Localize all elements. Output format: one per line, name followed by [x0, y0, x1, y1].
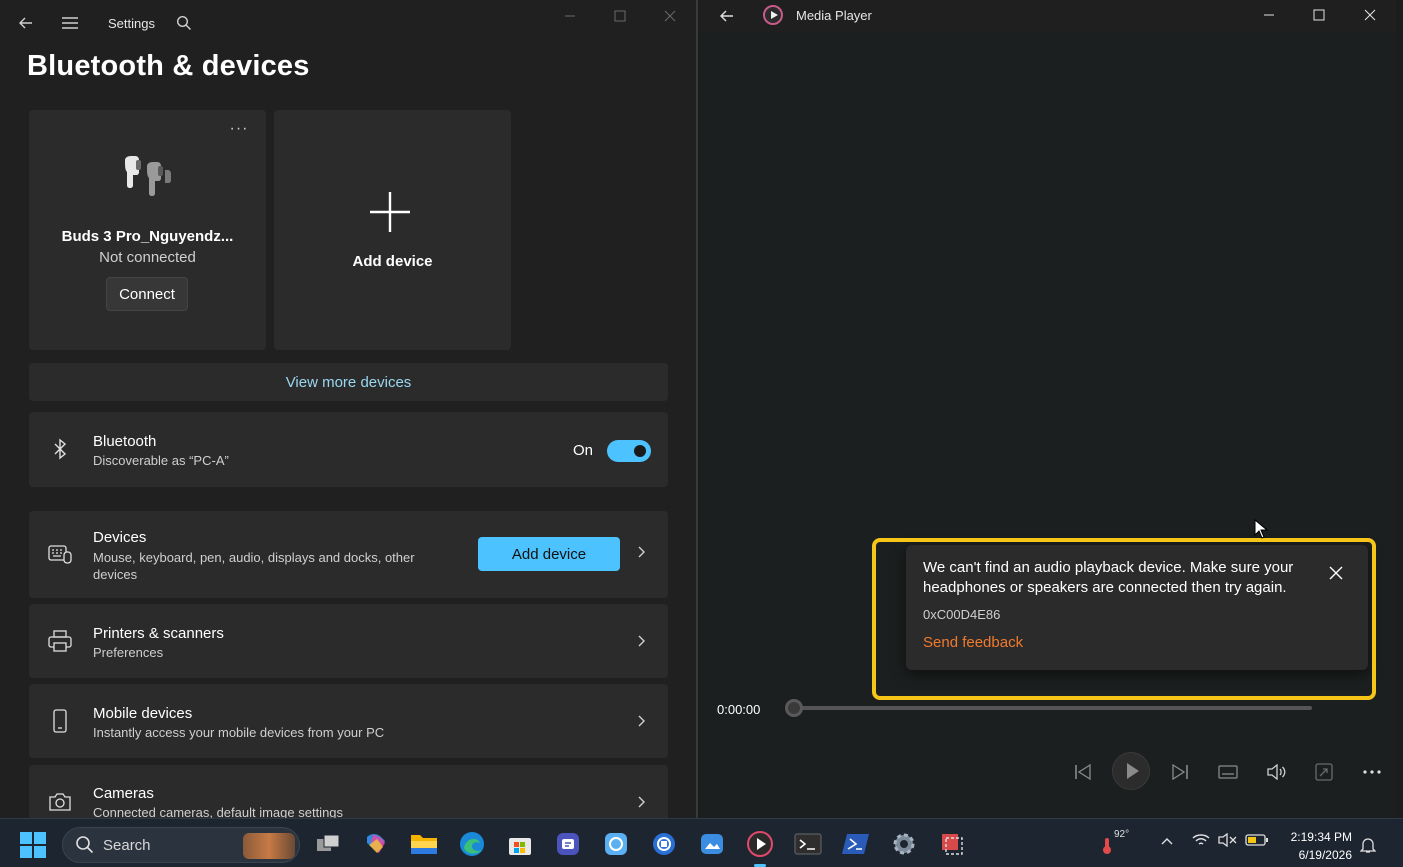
chevron-right-icon — [636, 632, 646, 653]
clock-date: 6/19/2026 — [1298, 848, 1352, 862]
file-explorer-icon[interactable] — [409, 829, 439, 859]
task-view-icon[interactable] — [313, 829, 343, 859]
chevron-right-icon — [636, 543, 646, 564]
phone-icon — [47, 708, 73, 734]
search-icon[interactable] — [167, 6, 201, 40]
add-device-button[interactable]: Add device — [478, 537, 620, 571]
earbuds-icon — [125, 156, 171, 196]
mobile-title: Mobile devices — [93, 705, 193, 722]
volume-icon[interactable] — [1262, 758, 1290, 786]
printers-title: Printers & scanners — [93, 625, 224, 642]
powershell-icon[interactable] — [841, 829, 871, 859]
snipping-tool-icon[interactable] — [601, 829, 631, 859]
remote-connect-icon[interactable] — [649, 829, 679, 859]
more-options-icon[interactable] — [1358, 758, 1386, 786]
printers-subtitle: Preferences — [93, 645, 164, 660]
media-player-window: Media Player We can't find an audio play… — [700, 0, 1396, 818]
toggle-knob — [634, 445, 646, 457]
mobile-subtitle: Instantly access your mobile devices fro… — [93, 725, 385, 740]
video-area[interactable] — [700, 32, 1396, 818]
maximize-icon[interactable] — [600, 4, 640, 28]
captions-icon[interactable] — [1214, 758, 1242, 786]
close-icon[interactable] — [650, 4, 690, 28]
microsoft-store-icon[interactable] — [505, 829, 535, 859]
mouse-cursor-icon — [1254, 519, 1268, 539]
bluetooth-title: Bluetooth — [93, 433, 157, 450]
taskbar-search-box[interactable]: Search — [62, 827, 300, 863]
snip-sketch-icon[interactable] — [937, 829, 967, 859]
volume-muted-icon[interactable] — [1218, 832, 1238, 850]
clock-time: 2:19:34 PM — [1290, 830, 1352, 844]
edge-icon[interactable] — [457, 829, 487, 859]
seek-bar[interactable] — [794, 706, 1312, 710]
cameras-title: Cameras — [93, 785, 154, 802]
settings-window: Settings Bluetooth & devices ··· Buds 3 … — [0, 0, 698, 818]
add-device-card[interactable]: Add device — [274, 110, 511, 350]
mini-player-icon[interactable] — [1310, 758, 1338, 786]
highlight-outline — [872, 538, 1376, 700]
printers-scanners-row[interactable]: Printers & scanners Preferences — [29, 604, 668, 678]
bluetooth-subtitle: Discoverable as “PC-A” — [93, 453, 229, 468]
previous-icon[interactable] — [1069, 758, 1097, 786]
elapsed-time: 0:00:00 — [717, 702, 761, 717]
hamburger-menu-icon[interactable] — [53, 6, 87, 40]
weather-icon[interactable] — [1100, 837, 1114, 858]
cameras-subtitle: Connected cameras, default image setting… — [93, 805, 344, 818]
chevron-right-icon — [636, 793, 646, 814]
add-device-card-label: Add device — [352, 253, 433, 270]
search-icon — [76, 836, 94, 854]
seek-thumb[interactable] — [785, 699, 803, 717]
bluetooth-row: Bluetooth Discoverable as “PC-A” On — [29, 412, 668, 487]
devices-title: Devices — [93, 529, 147, 546]
taskbar-search-label: Search — [103, 837, 151, 854]
connect-button[interactable]: Connect — [106, 277, 188, 311]
terminal-icon[interactable] — [793, 829, 823, 859]
battery-icon[interactable] — [1245, 833, 1269, 850]
system-clock[interactable]: 2:19:34 PM 6/19/2026 — [1280, 828, 1352, 864]
device-status: Not connected — [99, 249, 196, 266]
devices-subtitle: Mouse, keyboard, pen, audio, displays an… — [93, 550, 415, 582]
media-player-taskbar-icon[interactable] — [745, 829, 775, 867]
plus-icon — [370, 192, 410, 232]
search-highlight-image — [243, 833, 295, 859]
chevron-right-icon — [636, 712, 646, 733]
page-title: Bluetooth & devices — [27, 50, 310, 82]
close-icon[interactable] — [1350, 3, 1390, 27]
minimize-icon[interactable] — [550, 4, 590, 28]
teams-icon[interactable] — [553, 829, 583, 859]
back-arrow-icon[interactable] — [714, 4, 740, 28]
windows-start-icon[interactable] — [20, 832, 46, 858]
settings-titlebar: Settings — [0, 0, 696, 46]
minimize-icon[interactable] — [1249, 3, 1289, 27]
play-icon[interactable] — [1112, 752, 1150, 790]
bluetooth-toggle-label: On — [573, 442, 594, 459]
device-name: Buds 3 Pro_Nguyendz... — [61, 228, 234, 245]
bluetooth-toggle[interactable] — [607, 440, 651, 462]
more-options-icon[interactable]: ··· — [229, 120, 249, 138]
keyboard-mouse-icon — [47, 541, 73, 567]
next-icon[interactable] — [1166, 758, 1194, 786]
notification-bell-icon[interactable] — [1359, 836, 1377, 857]
settings-gear-icon[interactable] — [889, 829, 919, 859]
view-more-devices-link[interactable]: View more devices — [29, 363, 668, 401]
media-player-logo-icon — [763, 5, 783, 25]
printer-icon — [47, 628, 73, 654]
weather-temperature: 92° — [1114, 829, 1130, 840]
settings-app-title: Settings — [108, 16, 155, 31]
m365-icon[interactable] — [361, 829, 391, 859]
devices-row[interactable]: Devices Mouse, keyboard, pen, audio, dis… — [29, 511, 668, 598]
back-arrow-icon[interactable] — [9, 6, 43, 40]
mobile-devices-row[interactable]: Mobile devices Instantly access your mob… — [29, 684, 668, 758]
photos-icon[interactable] — [697, 829, 727, 859]
bluetooth-icon — [47, 436, 73, 462]
media-player-title: Media Player — [796, 8, 872, 23]
camera-icon — [47, 789, 73, 815]
cameras-row[interactable]: Cameras Connected cameras, default image… — [29, 765, 668, 818]
maximize-icon[interactable] — [1299, 3, 1339, 27]
wifi-icon[interactable] — [1192, 833, 1210, 850]
taskbar: Search 92° 2:19:34 PM 6/19/2026 — [0, 818, 1403, 867]
chevron-up-icon[interactable] — [1160, 833, 1174, 849]
bluetooth-device-card[interactable]: ··· Buds 3 Pro_Nguyendz... Not connected… — [29, 110, 266, 350]
